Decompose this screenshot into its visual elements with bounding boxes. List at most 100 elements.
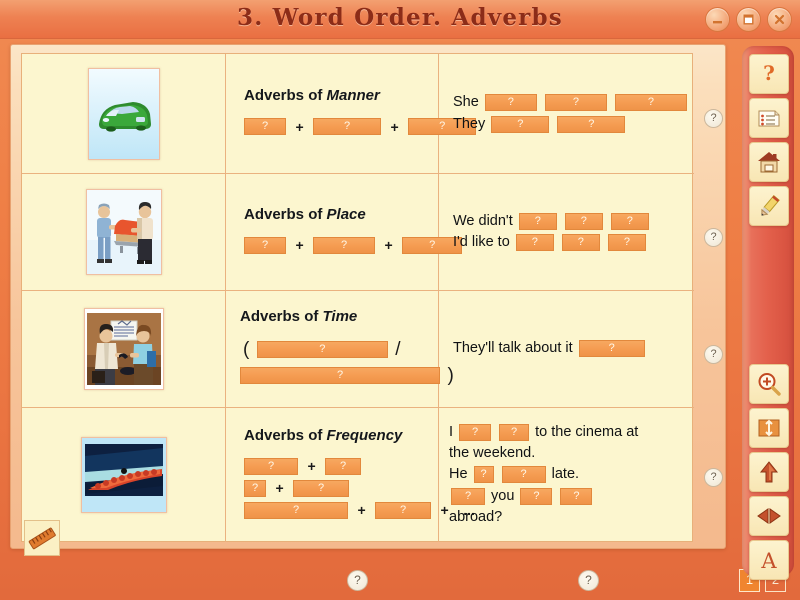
image-office-meeting	[83, 308, 164, 390]
blank-slot[interactable]: ?	[256, 341, 388, 358]
page-panel: Adverbs of Manner ? + ? + ? She ? ? ? Th…	[10, 44, 726, 549]
row-heading: Adverbs of Time	[240, 307, 358, 325]
row-help-icon[interactable]: ?	[704, 109, 723, 128]
house-icon	[758, 152, 780, 173]
blank-slot[interactable]: ?	[515, 234, 554, 251]
row-formula-cell: Adverbs of Time ( ? / ? )	[226, 291, 454, 407]
formula-line: ? )	[240, 365, 454, 387]
plus-sign: +	[357, 502, 366, 519]
blank-slot[interactable]: ?	[578, 340, 645, 358]
blank-slot[interactable]: ?	[293, 479, 350, 497]
blank-slot[interactable]: ?	[473, 466, 494, 484]
blank-slot[interactable]: ?	[499, 423, 530, 441]
ruler-button[interactable]	[24, 520, 60, 556]
page-title: 3. Word Order. Adverbs	[237, 4, 563, 31]
row-help-icon[interactable]: ?	[704, 345, 723, 364]
maximize-button[interactable]	[736, 7, 761, 32]
sentence-mid: you	[491, 487, 515, 504]
blank-slot[interactable]: ?	[520, 487, 553, 505]
row-image-cell	[22, 174, 226, 290]
left-right-arrows-button[interactable]	[749, 496, 789, 536]
plus-sign: +	[295, 237, 304, 254]
row-image-cell	[22, 54, 226, 173]
blank-slot[interactable]: ?	[614, 94, 687, 112]
up-arrow-button[interactable]	[749, 452, 789, 492]
blank-slot[interactable]: ?	[313, 236, 376, 254]
sentence-line: the weekend.	[449, 443, 694, 464]
blank-slot[interactable]: ?	[313, 118, 382, 136]
blank-slot[interactable]: ?	[240, 367, 440, 384]
blank-slot[interactable]: ?	[518, 212, 557, 230]
row-formula-cell: Adverbs of Manner ? + ? + ?	[226, 54, 477, 173]
plus-sign: +	[307, 458, 316, 475]
blank-slot[interactable]: ?	[244, 118, 286, 136]
row-image-cell	[22, 291, 226, 407]
question-mark-icon: ?	[763, 61, 775, 85]
blank-slot[interactable]: ?	[607, 234, 646, 251]
blank-slot[interactable]: ?	[244, 501, 348, 519]
blank-slot[interactable]: ?	[544, 94, 607, 112]
blank-slot[interactable]: ?	[564, 212, 603, 230]
formula-line: ( ? /	[240, 339, 438, 361]
resize-vertical-button[interactable]	[749, 408, 789, 448]
sentence-line: We didn't ? ? ?	[453, 211, 694, 232]
sentence-label: She	[453, 94, 479, 111]
contents-button[interactable]	[749, 98, 789, 138]
blank-slot[interactable]: ?	[451, 487, 485, 505]
up-arrow-icon	[759, 461, 779, 483]
minimize-button[interactable]	[705, 7, 730, 32]
row-sentence-cell: She ? ? ? They ? ?	[439, 54, 694, 173]
blank-slot[interactable]: ?	[560, 487, 593, 505]
slash: /	[395, 338, 401, 360]
table-row: Adverbs of Manner ? + ? + ? She ? ? ? Th…	[22, 54, 694, 174]
row-formula-cell: Adverbs of Frequency ? + ? ? + ? ? + ? +…	[226, 408, 475, 542]
close-button[interactable]	[767, 7, 792, 32]
row-sentence-cell: We didn't ? ? ? I'd like to ? ? ?	[439, 174, 694, 290]
zoom-in-button[interactable]	[749, 364, 789, 404]
sentence-label: the weekend.	[449, 445, 536, 461]
left-right-arrows-icon	[757, 508, 781, 524]
bottom-help-right[interactable]: ?	[578, 570, 599, 591]
blank-slot[interactable]: ?	[557, 115, 626, 133]
blank-slot[interactable]: ?	[491, 115, 550, 133]
row-heading: Adverbs of Frequency	[244, 426, 403, 444]
sentence-tail: late.	[551, 466, 580, 483]
row-formula-cell: Adverbs of Place ? + ? + ?	[226, 174, 463, 290]
formula-line: ? + ? + ?	[244, 236, 463, 255]
sentence-label: I	[449, 423, 454, 440]
blank-slot[interactable]: ?	[501, 466, 546, 484]
sentence-label: They	[453, 115, 486, 132]
list-document-icon	[758, 110, 780, 127]
table-row: Adverbs of Time ( ? / ? ) They'll talk a…	[22, 291, 694, 408]
home-button[interactable]	[749, 142, 789, 182]
blank-slot[interactable]: ?	[610, 212, 649, 230]
magnifier-plus-icon	[758, 373, 781, 396]
sentence-line: They'll talk about it ?	[453, 338, 694, 359]
row-help-icon[interactable]: ?	[704, 468, 723, 487]
help-button[interactable]: ?	[749, 54, 789, 94]
blank-slot[interactable]: ?	[325, 457, 362, 475]
sentence-line: I ? ? to the cinema at	[449, 422, 694, 443]
bottom-help-left[interactable]: ?	[347, 570, 368, 591]
sentence-line: She ? ? ?	[453, 92, 694, 113]
blank-slot[interactable]: ?	[484, 94, 537, 112]
sentence-line: They ? ?	[453, 114, 694, 135]
letter-a-icon: A	[760, 549, 777, 573]
font-button[interactable]: A	[749, 540, 789, 580]
pencil-icon	[761, 194, 780, 216]
table-row: Adverbs of Place ? + ? + ? We didn't ? ?	[22, 174, 694, 291]
pencil-button[interactable]	[749, 186, 789, 226]
image-men-carrying-sofa	[85, 189, 162, 275]
row-help-icon[interactable]: ?	[704, 228, 723, 247]
blank-slot[interactable]: ?	[375, 501, 432, 519]
exercise-sheet: Adverbs of Manner ? + ? + ? She ? ? ? Th…	[21, 53, 694, 542]
sentence-line: He ? ? late.	[449, 464, 694, 485]
sentence-line: ? you ? ?	[449, 486, 694, 507]
blank-slot[interactable]: ?	[244, 457, 298, 475]
blank-slot[interactable]: ?	[244, 236, 286, 254]
blank-slot[interactable]: ?	[459, 423, 492, 441]
blank-slot[interactable]: ?	[561, 234, 600, 251]
ruler-icon	[28, 527, 56, 550]
right-toolbar: ? A	[742, 46, 794, 580]
blank-slot[interactable]: ?	[244, 479, 266, 497]
